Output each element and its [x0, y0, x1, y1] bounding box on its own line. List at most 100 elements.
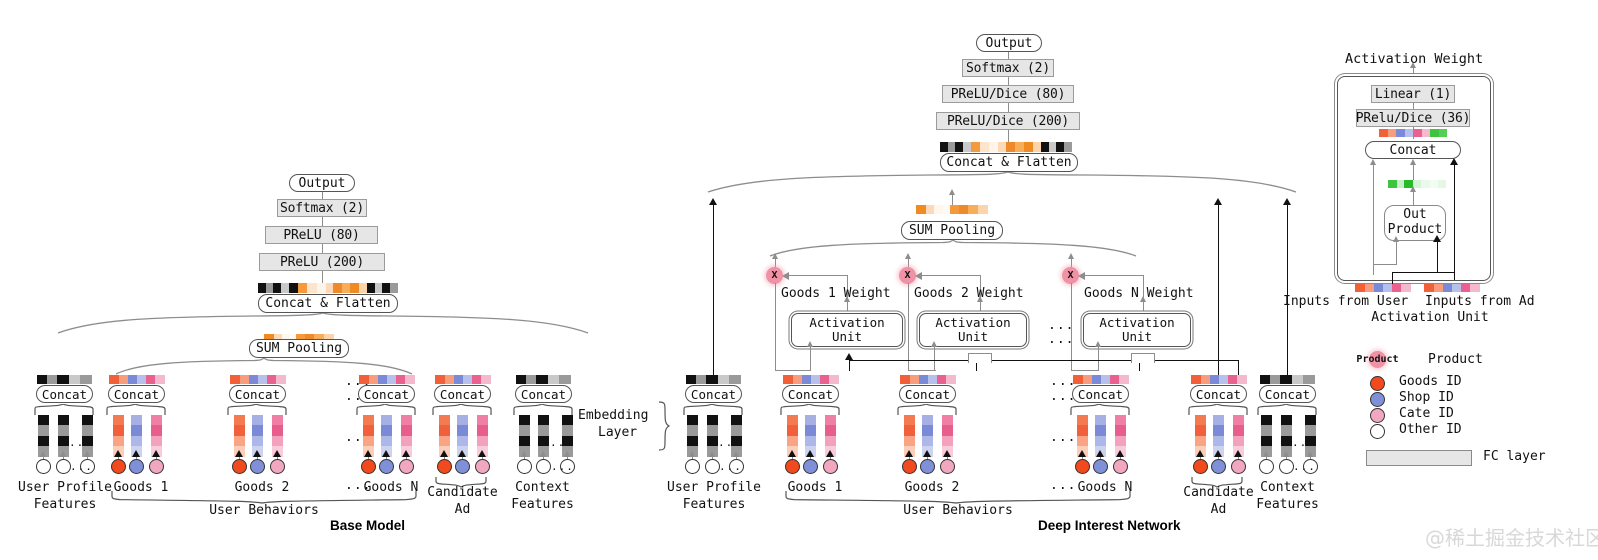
base-embedding-layer-label-1: Embedding [578, 408, 649, 423]
legend-other-id-label: Other ID [1399, 422, 1462, 437]
din-sumpool-bar [916, 205, 988, 214]
base-g0-concat[interactable]: Concat [36, 385, 93, 403]
legend-goods-id-icon [1370, 376, 1385, 391]
au-concat-box: Concat [1365, 141, 1461, 159]
din-cad-topbar [1191, 375, 1247, 384]
din-user-behaviors-brace [784, 490, 1132, 504]
base-gn-topbar [359, 375, 415, 384]
watermark: @稀土掘金技术社区 [1425, 526, 1598, 550]
din-g0-id-0 [685, 459, 700, 474]
din-g0-dots: ... [718, 436, 741, 449]
base-prelu80-box: PReLU (80) [265, 226, 378, 244]
din-au-dots-1: ... [1048, 318, 1075, 333]
base-cad-topbar [435, 375, 491, 384]
legend-shop-id-icon [1370, 392, 1385, 407]
base-cad-concat[interactable]: Concat [434, 385, 491, 403]
base-ctx-dots2: ... [551, 460, 574, 473]
base-ctx-id-0 [517, 459, 532, 474]
din-g0-label-1: User Profile [667, 480, 761, 495]
base-ctx-id-1 [536, 459, 551, 474]
din-weight-label-1: Goods 1 Weight [781, 286, 891, 301]
base-g1-concat[interactable]: Concat [108, 385, 165, 403]
din-g2-cate-id [940, 459, 955, 474]
din-ctx-id-0 [1259, 459, 1274, 474]
din-ctx-topbar [1260, 375, 1315, 384]
din-cad-shop-id [1211, 459, 1226, 474]
base-ctx-dots: ... [550, 436, 573, 449]
base-g2-shop-id [250, 459, 265, 474]
din-ctx-concat[interactable]: Concat [1259, 385, 1316, 403]
din-g0-concat[interactable]: Concat [685, 385, 742, 403]
din-cad-cate-id [1231, 459, 1246, 474]
base-embedding-layer-label-2: Layer [598, 425, 638, 440]
base-softmax-box: Softmax (2) [277, 199, 367, 217]
din-g1-shop-id [803, 459, 818, 474]
din-output-box: Output [976, 34, 1042, 52]
din-ctx-dots: ... [1292, 436, 1315, 449]
base-cad-cate-id [475, 459, 490, 474]
au-linear-box: Linear (1) [1371, 85, 1455, 103]
din-gn-cate-id [1113, 459, 1128, 474]
base-g2-goods-id [232, 459, 247, 474]
legend-other-id-icon [1370, 424, 1385, 439]
din-ctx-label-2: Features [1256, 497, 1319, 512]
base-sumpooling-box: SUM Pooling [249, 339, 349, 358]
din-user-behaviors-label: User Behaviors [903, 503, 1013, 518]
base-g0-dots2: ... [70, 460, 93, 473]
din-g2-topbar [900, 375, 956, 384]
figure-canvas: Output Softmax (2) PReLU (80) PReLU (200… [0, 0, 1598, 560]
base-ctx-concat[interactable]: Concat [515, 385, 572, 403]
din-activation-unit-3-line2: Unit [1121, 329, 1153, 344]
au-inputs-ad-bar [1424, 284, 1480, 292]
din-gn-goods-id [1075, 459, 1090, 474]
legend-goods-id-label: Goods ID [1399, 374, 1462, 389]
din-gn-topbar [1073, 375, 1129, 384]
din-mid-dots-3: ... [1050, 430, 1077, 445]
din-product-3: X [1062, 267, 1079, 284]
din-cad-goods-id [1193, 459, 1208, 474]
din-cad-concat[interactable]: Concat [1190, 385, 1247, 403]
base-model-title: Base Model [330, 518, 406, 533]
base-g0-id-0 [36, 459, 51, 474]
base-g2-cate-id [270, 459, 285, 474]
din-g0-label-2: Features [682, 497, 746, 512]
din-activation-unit-3-line1: Activation [1099, 314, 1175, 330]
din-activation-unit-2-line2: Unit [957, 329, 989, 344]
base-ctx-label-1: Context [515, 480, 570, 495]
legend-fc-layer-icon [1366, 450, 1472, 466]
din-g2-goods-id [902, 459, 917, 474]
au-inputs-user-bar [1355, 284, 1411, 292]
base-output-box: Output [289, 174, 355, 192]
base-ctx-label-2: Features [511, 497, 574, 512]
base-ctx-topbar [516, 375, 571, 384]
din-g0-id-1 [705, 459, 720, 474]
din-g2-concat[interactable]: Concat [899, 385, 956, 403]
din-activation-unit-2-line1: Activation [935, 314, 1011, 330]
base-gn-cate-id [399, 459, 414, 474]
base-embedding-layer-brace [657, 400, 670, 452]
din-gn-concat[interactable]: Concat [1072, 385, 1129, 403]
din-behaviors-brace [768, 240, 1138, 258]
din-product-1: X [766, 267, 783, 284]
au-inputs-user-label: Inputs from User [1283, 294, 1409, 309]
din-concat-flatten-box: Concat & Flatten [940, 153, 1078, 172]
base-gn-concat[interactable]: Concat [358, 385, 415, 403]
base-cad-goods-id [437, 459, 452, 474]
din-gn-shop-id [1093, 459, 1108, 474]
din-g1-concat[interactable]: Concat [782, 385, 839, 403]
din-weight-label-2: Goods 2 Weight [914, 286, 1024, 301]
base-g0-topbar [37, 375, 92, 384]
din-top-brace [706, 172, 1298, 194]
legend-shop-id-label: Shop ID [1399, 390, 1454, 405]
base-top-brace [56, 313, 590, 335]
au-inputs-ad-label: Inputs from Ad [1425, 294, 1535, 309]
base-concat-flatten-bar [258, 283, 398, 293]
din-g1-cate-id [823, 459, 838, 474]
din-product-2: X [899, 267, 916, 284]
din-g1-goods-id [785, 459, 800, 474]
din-ctx-id-1 [1279, 459, 1294, 474]
base-gn-goods-id [361, 459, 376, 474]
base-g2-concat[interactable]: Concat [229, 385, 286, 403]
legend-product-icon: Product [1356, 351, 1399, 368]
au-panel-caption: Activation Unit [1371, 310, 1489, 325]
